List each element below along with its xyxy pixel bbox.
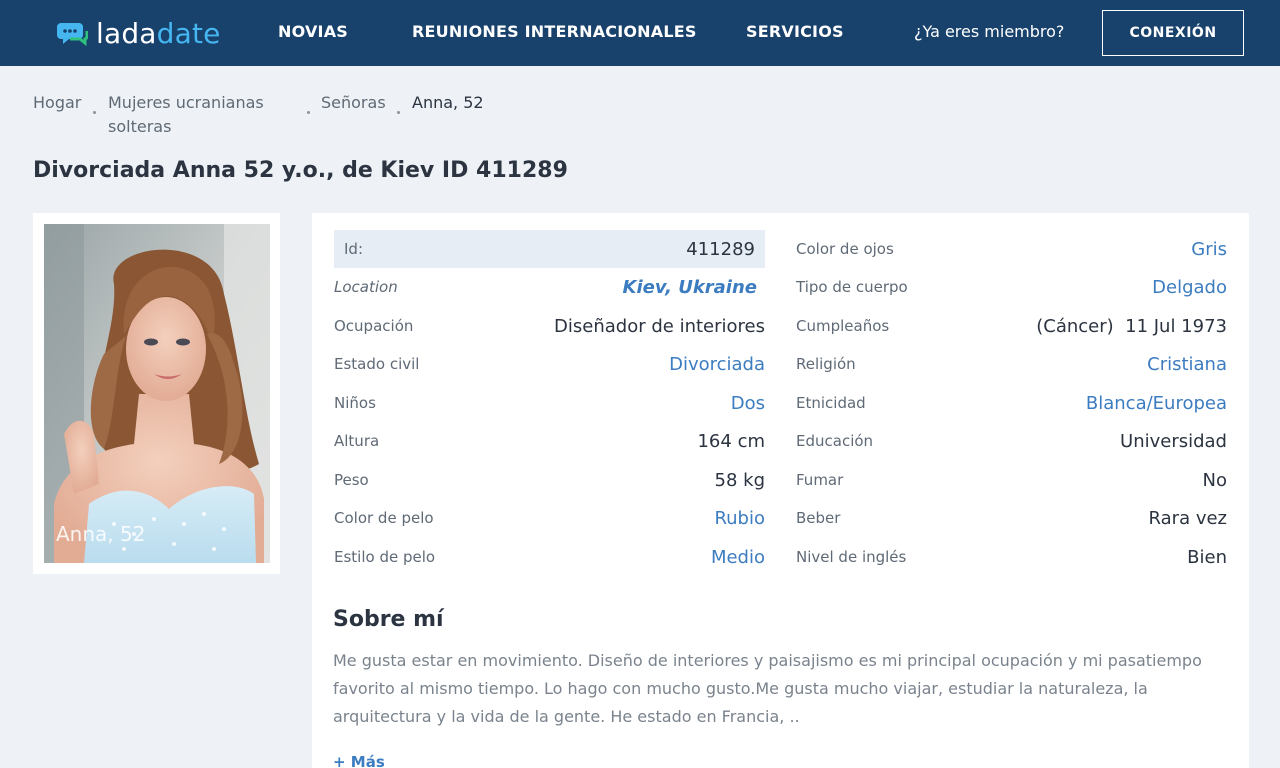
breadcrumb-separator: [93, 111, 96, 114]
detail-label: Nivel de inglés: [796, 548, 907, 566]
member-question-text: ¿Ya eres miembro?: [914, 22, 1065, 41]
detail-label: Estado civil: [334, 355, 420, 373]
detail-label: Peso: [334, 471, 369, 489]
detail-label: Fumar: [796, 471, 844, 489]
detail-row-drinking: Beber Rara vez: [796, 499, 1227, 537]
page-title: Divorciada Anna 52 y.o., de Kiev ID 4112…: [33, 158, 568, 183]
breadcrumb-single-women-line2: solteras: [108, 117, 172, 136]
detail-value: 58 kg: [714, 469, 765, 491]
detail-row-weight: Peso 58 kg: [334, 461, 765, 499]
detail-label: Cumpleaños: [796, 317, 890, 335]
top-navigation-bar: ladadate NOVIAS REUNIONES INTERNACIONALE…: [0, 0, 1280, 66]
detail-value-link[interactable]: Kiev, Ukraine: [623, 277, 758, 298]
detail-row-occupation: Ocupación Diseñador de interiores: [334, 307, 765, 345]
detail-row-english-level: Nivel de inglés Bien: [796, 538, 1227, 576]
detail-label: Id:: [344, 240, 363, 258]
breadcrumb-separator: [397, 111, 400, 114]
about-me-heading: Sobre mí: [333, 607, 444, 632]
detail-label: Location: [334, 278, 398, 296]
chat-bubbles-icon: [56, 17, 89, 49]
detail-row-smoking: Fumar No: [796, 461, 1227, 499]
detail-label: Altura: [334, 432, 380, 450]
breadcrumb-separator: [307, 111, 310, 114]
detail-value-link[interactable]: Rubio: [714, 508, 765, 529]
detail-value-link[interactable]: Medio: [711, 547, 765, 568]
detail-row-hair-style: Estilo de pelo Medio: [334, 538, 765, 576]
breadcrumb-single-women[interactable]: Mujeres ucranianas solteras: [108, 91, 264, 139]
detail-row-birthday: Cumpleaños (Cáncer) 11 Jul 1973: [796, 307, 1227, 345]
detail-label: Color de pelo: [334, 509, 434, 527]
detail-value: 411289: [686, 238, 755, 260]
detail-label: Color de ojos: [796, 240, 894, 258]
detail-value-link[interactable]: Divorciada: [669, 354, 765, 375]
detail-value: 164 cm: [697, 430, 765, 452]
detail-row-height: Altura 164 cm: [334, 422, 765, 460]
detail-row-religion: Religión Cristiana: [796, 345, 1227, 383]
detail-value: No: [1202, 469, 1227, 491]
detail-row-hair-color: Color de pelo Rubio: [334, 499, 765, 537]
breadcrumb-single-women-line1: Mujeres ucranianas: [108, 93, 264, 112]
detail-row-education: Educación Universidad: [796, 422, 1227, 460]
login-button[interactable]: CONEXIÓN: [1102, 10, 1244, 56]
logo-text-part2: date: [156, 16, 221, 50]
profile-photo[interactable]: Anna, 52: [44, 224, 270, 563]
nav-international-meetings[interactable]: REUNIONES INTERNACIONALES: [412, 22, 697, 41]
detail-value: Bien: [1187, 546, 1227, 568]
detail-row-id: Id: 411289: [334, 230, 765, 268]
detail-value-link[interactable]: Cristiana: [1147, 354, 1227, 375]
detail-value: Diseñador de interiores: [554, 315, 765, 337]
detail-label: Educación: [796, 432, 874, 450]
detail-row-location: Location Kiev, Ukraine: [334, 268, 765, 306]
detail-label: Beber: [796, 509, 841, 527]
profile-details-panel: Id: 411289 Location Kiev, Ukraine Ocupac…: [312, 213, 1249, 768]
profile-photo-card: Anna, 52: [33, 213, 280, 574]
read-more-link[interactable]: + Más: [333, 753, 385, 768]
detail-value-link[interactable]: Dos: [731, 393, 765, 414]
detail-label: Ocupación: [334, 317, 414, 335]
detail-label: Tipo de cuerpo: [796, 278, 908, 296]
detail-label: Etnicidad: [796, 394, 866, 412]
detail-row-eye-color: Color de ojos Gris: [796, 230, 1227, 268]
detail-label: Religión: [796, 355, 856, 373]
photo-caption: Anna, 52: [56, 522, 146, 546]
detail-row-marital-status: Estado civil Divorciada: [334, 345, 765, 383]
detail-label: Estilo de pelo: [334, 548, 436, 566]
nav-services[interactable]: SERVICIOS: [746, 22, 844, 41]
detail-row-ethnicity: Etnicidad Blanca/Europea: [796, 384, 1227, 422]
detail-value-link[interactable]: Delgado: [1152, 277, 1227, 298]
detail-value-link[interactable]: Gris: [1191, 239, 1227, 260]
logo-text-part1: lada: [96, 16, 157, 50]
detail-value: Rara vez: [1148, 507, 1227, 529]
detail-row-children: Niños Dos: [334, 384, 765, 422]
detail-label: Niños: [334, 394, 376, 412]
breadcrumb-home[interactable]: Hogar: [33, 91, 81, 115]
detail-value-link[interactable]: Blanca/Europea: [1086, 393, 1227, 414]
breadcrumb-ladies[interactable]: Señoras: [321, 91, 386, 115]
detail-value: Universidad: [1120, 430, 1227, 452]
detail-value: (Cáncer) 11 Jul 1973: [1036, 315, 1227, 337]
breadcrumb-current: Anna, 52: [412, 93, 484, 112]
site-logo[interactable]: ladadate: [56, 14, 221, 52]
detail-row-body-type: Tipo de cuerpo Delgado: [796, 268, 1227, 306]
nav-brides[interactable]: NOVIAS: [278, 22, 348, 41]
about-me-text: Me gusta estar en movimiento. Diseño de …: [333, 651, 1202, 726]
